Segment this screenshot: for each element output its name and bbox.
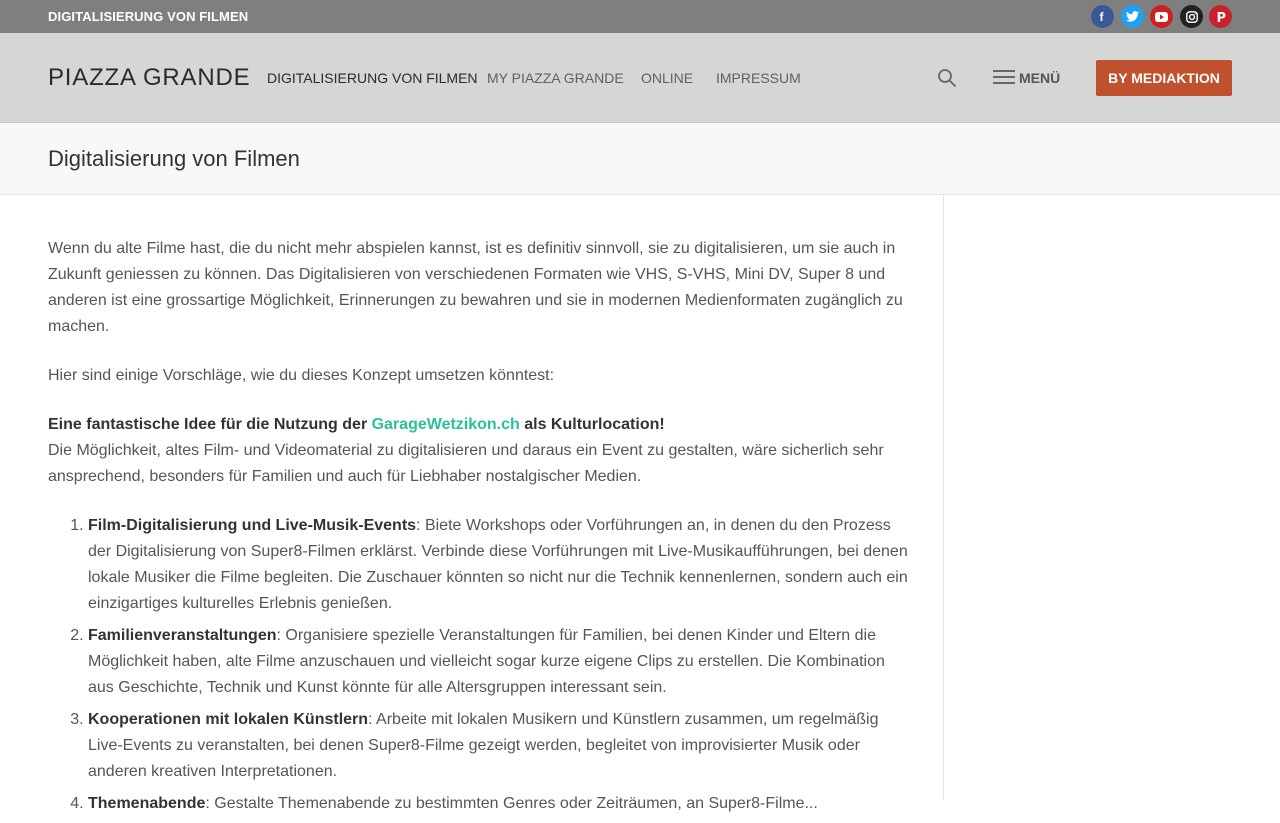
intro-paragraph: Wenn du alte Filme hast, die du nicht me…: [48, 240, 903, 335]
list-item: Film-Digitalisierung und Live-Musik-Even…: [88, 513, 914, 617]
mediaktion-button[interactable]: BY MEDIAKTION: [1096, 60, 1232, 96]
site-logo[interactable]: PIAZZA GRANDE: [48, 64, 250, 92]
nav-item-my-piazza-grande[interactable]: MY PIAZZA GRANDE: [487, 70, 624, 86]
list-item: Themenabende: Gestalte Themenabende zu b…: [88, 791, 914, 817]
suggestions-paragraph: Hier sind einige Vorschläge, wie du dies…: [48, 367, 555, 384]
suggestion-list: Film-Digitalisierung und Live-Musik-Even…: [48, 513, 914, 817]
nav-item-impressum[interactable]: IMPRESSUM: [716, 70, 801, 86]
list-item: Kooperationen mit lokalen Künstlern: Arb…: [88, 707, 914, 785]
sidebar-divider: [943, 195, 944, 800]
facebook-icon[interactable]: f: [1091, 5, 1114, 28]
pinterest-icon[interactable]: P: [1209, 5, 1232, 28]
list-item-text: : Gestalte Themenabende zu bestimmten Ge…: [205, 795, 818, 812]
svg-text:P: P: [1216, 11, 1226, 24]
search-icon[interactable]: [937, 68, 957, 88]
idea-paragraph: Eine fantastische Idee für die Nutzung d…: [48, 412, 914, 490]
twitter-icon[interactable]: [1121, 5, 1144, 28]
instagram-icon[interactable]: [1180, 5, 1203, 28]
page-title-band: Digitalisierung von Filmen: [0, 123, 1280, 195]
svg-text:f: f: [1100, 10, 1105, 23]
idea-suffix: als Kulturlocation!: [519, 416, 665, 433]
hamburger-icon: [993, 69, 1015, 88]
list-item-title: Film-Digitalisierung und Live-Musik-Even…: [88, 517, 417, 534]
youtube-icon[interactable]: [1150, 5, 1173, 28]
list-item-title: Themenabende: [88, 795, 206, 812]
menu-label: MENÜ: [1019, 70, 1061, 86]
idea-heading: Eine fantastische Idee für die Nutzung d…: [48, 416, 665, 433]
page-title: Digitalisierung von Filmen: [48, 146, 300, 171]
list-item-title: Kooperationen mit lokalen Künstlern: [88, 711, 369, 728]
top-bar-title: DIGITALISIERUNG VON FILMEN: [48, 9, 249, 24]
nav-item-digitalisierung[interactable]: DIGITALISIERUNG VON FILMEN: [267, 70, 478, 86]
idea-text: Die Möglichkeit, altes Film- und Videoma…: [48, 442, 884, 485]
garage-wetzikon-link[interactable]: GarageWetzikon.ch: [372, 416, 520, 433]
article-content: Wenn du alte Filme hast, die du nicht me…: [48, 236, 914, 823]
list-item-title: Familienveranstaltungen: [88, 627, 277, 644]
idea-prefix: Eine fantastische Idee für die Nutzung d…: [48, 416, 372, 433]
nav-item-online[interactable]: ONLINE: [641, 70, 693, 86]
list-item: Familienveranstaltungen: Organisiere spe…: [88, 623, 914, 701]
top-bar: DIGITALISIERUNG VON FILMEN f P: [0, 0, 1280, 33]
menu-button[interactable]: MENÜ: [993, 68, 1060, 88]
site-header: PIAZZA GRANDE DIGITALISIERUNG VON FILMEN…: [0, 33, 1280, 123]
